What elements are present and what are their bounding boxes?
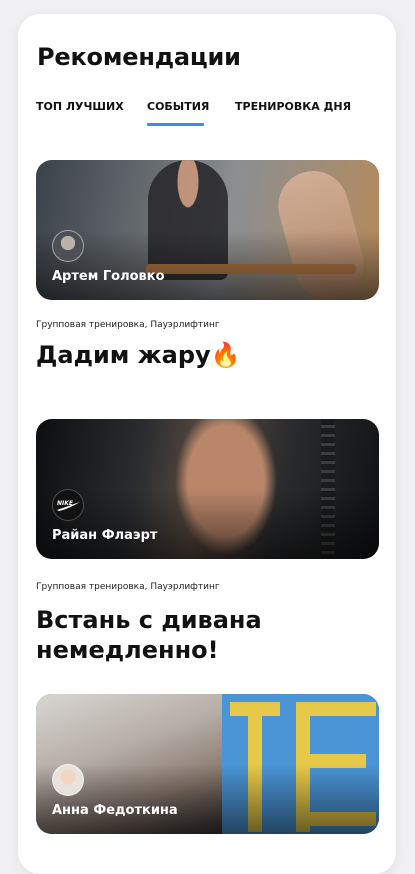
author-name: Райан Флаэрт (52, 528, 158, 543)
event-card-image[interactable]: Анна Федоткина (36, 694, 379, 834)
tab-workout-of-day[interactable]: ТРЕНИРОВКА ДНЯ (235, 100, 351, 113)
avatar (52, 230, 84, 262)
tab-bar: ТОП ЛУЧШИХ СОБЫТИЯ ТРЕНИРОВКА ДНЯ (18, 100, 396, 130)
image-overlay (36, 764, 379, 834)
image-overlay (36, 489, 379, 559)
author-name: Артем Головко (52, 269, 165, 284)
tab-events[interactable]: СОБЫТИЯ (147, 100, 209, 113)
event-card-image[interactable]: NIKE Райан Флаэрт (36, 419, 379, 559)
event-title[interactable]: Дадим жару🔥 (36, 340, 376, 370)
tab-top-best[interactable]: ТОП ЛУЧШИХ (36, 100, 124, 113)
active-tab-indicator (147, 123, 204, 126)
event-title[interactable]: Встань с дивана немедленно! (36, 605, 376, 665)
screen: Рекомендации ТОП ЛУЧШИХ СОБЫТИЯ ТРЕНИРОВ… (18, 14, 396, 874)
event-card-image[interactable]: Артем Головко (36, 160, 379, 300)
event-category: Групповая тренировка, Пауэрлифтинг (36, 582, 220, 592)
nike-logo-icon: NIKE (57, 500, 80, 511)
event-category: Групповая тренировка, Пауэрлифтинг (36, 320, 220, 330)
author-name: Анна Федоткина (52, 803, 178, 818)
image-overlay (36, 230, 379, 300)
avatar (52, 764, 84, 796)
avatar: NIKE (52, 489, 84, 521)
page-title: Рекомендации (37, 43, 241, 71)
